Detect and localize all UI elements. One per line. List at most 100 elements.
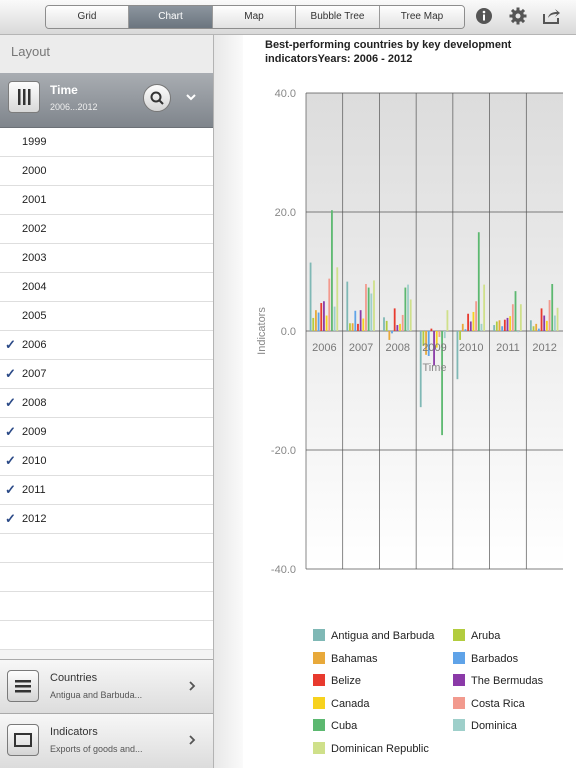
legend-label: Dominican Republic bbox=[331, 742, 429, 755]
year-row-2007[interactable]: ✓ 2007 bbox=[0, 360, 213, 389]
year-row-2010[interactable]: ✓ 2010 bbox=[0, 447, 213, 476]
x-tick-label: 2012 bbox=[532, 342, 556, 354]
columns-icon bbox=[18, 89, 31, 105]
bar bbox=[333, 306, 336, 331]
year-row-2002[interactable]: 2002 bbox=[0, 215, 213, 244]
gear-icon[interactable] bbox=[508, 6, 528, 26]
bar bbox=[401, 314, 404, 331]
bar bbox=[407, 284, 409, 331]
bar bbox=[509, 316, 512, 331]
tab-grid[interactable]: Grid bbox=[46, 6, 129, 28]
legend-swatch bbox=[453, 629, 465, 641]
legend-swatch bbox=[313, 741, 325, 754]
chevron-right-icon[interactable] bbox=[186, 680, 198, 692]
bar-chart[interactable]: 40.0 20.0 0.0 -20.0 -40.0 2006 2007 2008 2009 201… bbox=[243, 65, 576, 625]
x-tick-label: 2011 bbox=[496, 342, 520, 354]
bar bbox=[404, 287, 407, 331]
tab-chart[interactable]: Chart bbox=[129, 6, 213, 28]
year-label: 2001 bbox=[22, 194, 47, 206]
year-row-2012[interactable]: ✓ 2012 bbox=[0, 505, 213, 534]
legend-item: Bahamas bbox=[313, 651, 377, 665]
legend-label: Costa Rica bbox=[471, 697, 525, 710]
bar bbox=[370, 293, 373, 331]
bar bbox=[495, 321, 498, 331]
bar bbox=[517, 331, 520, 333]
year-row-2008[interactable]: ✓ 2008 bbox=[0, 389, 213, 418]
chevron-down-icon[interactable] bbox=[184, 90, 198, 104]
bar bbox=[472, 311, 475, 331]
layout-title: Layout bbox=[0, 35, 213, 73]
bar bbox=[393, 308, 396, 331]
bar bbox=[456, 331, 459, 380]
countries-dimension-button[interactable] bbox=[7, 670, 39, 702]
bar bbox=[498, 320, 501, 331]
bar bbox=[362, 318, 365, 331]
year-row-2006[interactable]: ✓ 2006 bbox=[0, 331, 213, 360]
bar bbox=[545, 320, 548, 331]
y-tick-label: -20.0 bbox=[271, 445, 296, 457]
bar bbox=[385, 320, 388, 331]
year-label: 2010 bbox=[22, 455, 47, 467]
bar bbox=[354, 310, 357, 331]
year-row-2005[interactable]: 2005 bbox=[0, 302, 213, 331]
indicators-title: Indicators bbox=[50, 726, 98, 738]
chevron-right-icon[interactable] bbox=[186, 734, 198, 746]
bar bbox=[553, 315, 556, 331]
tab-tree-map[interactable]: Tree Map bbox=[380, 6, 464, 28]
bar bbox=[357, 323, 359, 331]
time-dimension-header[interactable]: Time 2006...2012 bbox=[0, 73, 213, 128]
x-axis-label: Time bbox=[422, 362, 446, 374]
countries-dimension[interactable]: Countries Antigua and Barbuda... bbox=[0, 659, 213, 714]
year-row-2001[interactable]: 2001 bbox=[0, 186, 213, 215]
search-icon bbox=[150, 91, 164, 105]
legend-label: Barbados bbox=[471, 652, 519, 665]
time-title: Time bbox=[50, 83, 78, 97]
x-tick-label: 2007 bbox=[349, 342, 373, 354]
bar bbox=[543, 315, 546, 331]
empty-row bbox=[0, 534, 213, 563]
year-row-2003[interactable]: 2003 bbox=[0, 244, 213, 273]
bar bbox=[446, 310, 449, 331]
bar bbox=[373, 280, 375, 331]
x-tick-label: 2006 bbox=[312, 342, 336, 354]
year-label: 2003 bbox=[22, 252, 47, 264]
y-tick-label: 20.0 bbox=[275, 207, 296, 219]
bar bbox=[469, 321, 472, 331]
layout-panel: Layout Time 2006...2012 1999 2000 2001 2002… bbox=[0, 35, 214, 768]
year-row-2000[interactable]: 2000 bbox=[0, 157, 213, 186]
indicators-subtitle: Exports of goods and... bbox=[50, 744, 143, 754]
legend-swatch bbox=[313, 719, 325, 731]
legend-item: The Bermudas bbox=[453, 674, 543, 687]
indicators-dimension[interactable]: Indicators Exports of goods and... bbox=[0, 713, 213, 768]
year-label: 2004 bbox=[22, 281, 47, 293]
year-row-2011[interactable]: ✓ 2011 bbox=[0, 476, 213, 505]
share-icon[interactable] bbox=[541, 6, 561, 26]
top-toolbar: Grid Chart Map Bubble Tree Tree Map bbox=[0, 0, 576, 35]
time-dimension-button[interactable] bbox=[8, 81, 40, 113]
legend-swatch bbox=[453, 651, 465, 664]
tab-map[interactable]: Map bbox=[213, 6, 296, 28]
checkmark-icon: ✓ bbox=[5, 337, 16, 352]
bar bbox=[475, 301, 478, 331]
bar bbox=[514, 291, 517, 331]
year-row-2009[interactable]: ✓ 2009 bbox=[0, 418, 213, 447]
info-icon[interactable] bbox=[474, 6, 494, 26]
bar bbox=[480, 323, 483, 331]
indicators-dimension-button[interactable] bbox=[7, 724, 39, 756]
legend-item: Cuba bbox=[313, 719, 357, 732]
time-search-button[interactable] bbox=[143, 84, 171, 112]
view-switcher: Grid Chart Map Bubble Tree Tree Map bbox=[45, 5, 465, 29]
bar bbox=[467, 313, 470, 331]
x-tick-label: 2009 bbox=[422, 342, 446, 354]
year-row-1999[interactable]: 1999 bbox=[0, 128, 213, 157]
bar bbox=[317, 312, 320, 331]
chart-title: Best-performing countries by key develop… bbox=[265, 39, 512, 65]
legend-swatch bbox=[453, 696, 465, 709]
bar bbox=[391, 331, 393, 334]
legend-item: Costa Rica bbox=[453, 696, 525, 710]
filter-box-icon bbox=[14, 733, 32, 747]
bar bbox=[506, 317, 509, 331]
tab-bubble-tree[interactable]: Bubble Tree bbox=[296, 6, 380, 28]
bar bbox=[532, 326, 535, 331]
year-row-2004[interactable]: 2004 bbox=[0, 273, 213, 302]
